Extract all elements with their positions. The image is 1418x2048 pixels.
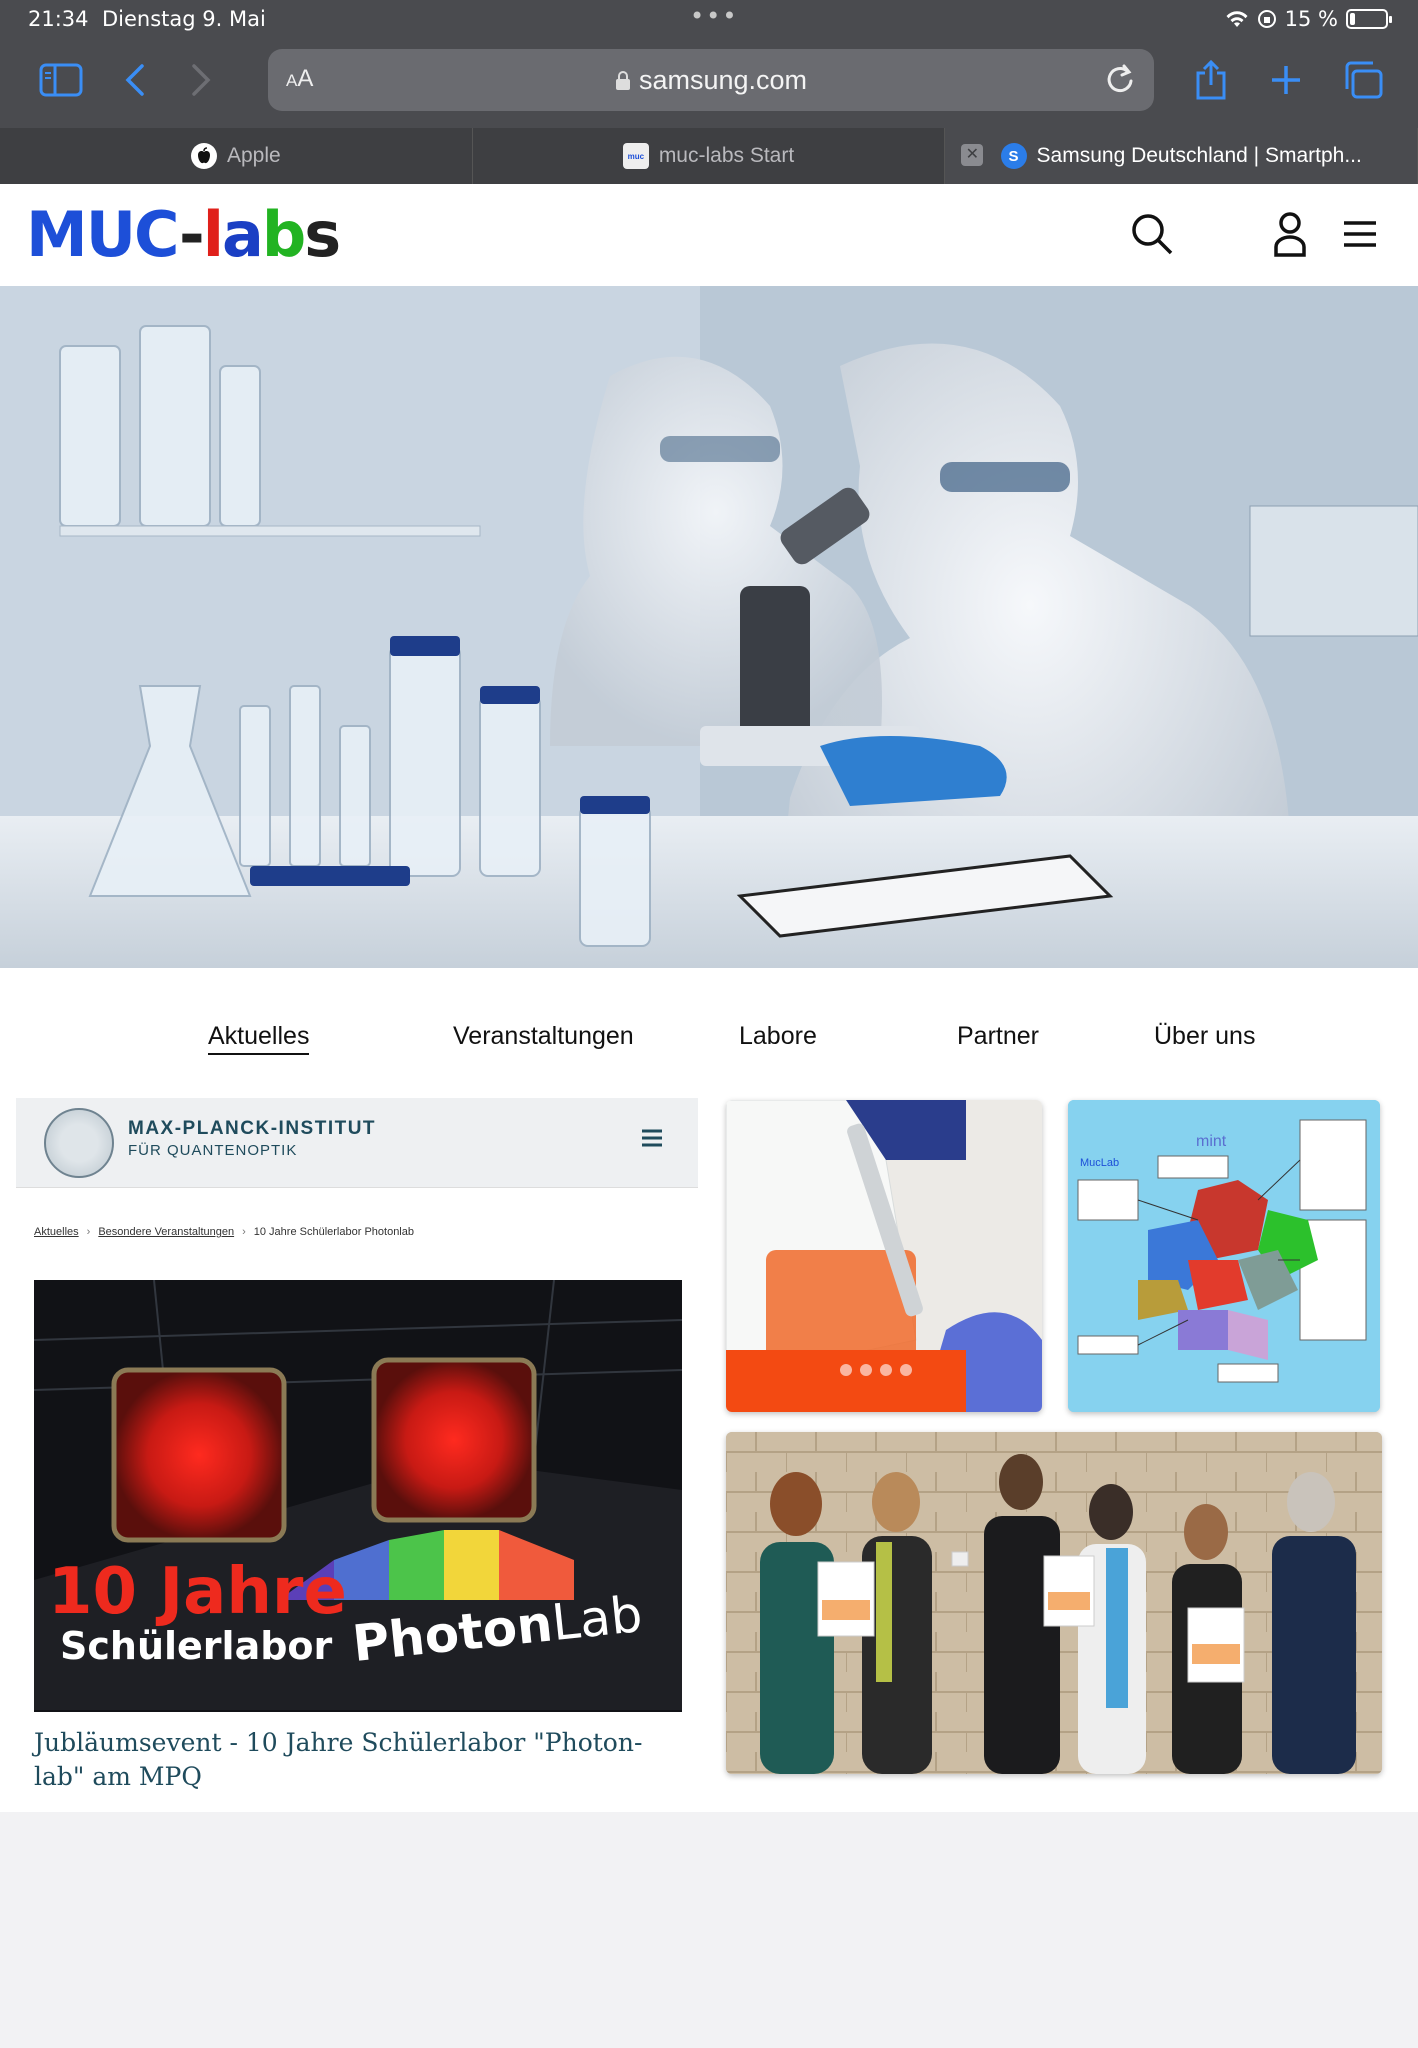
institute-subtitle: FÜR QUANTENOPTIK — [128, 1142, 298, 1159]
battery-fill — [1350, 13, 1355, 25]
hero-image — [0, 286, 1418, 968]
status-date: Dienstag 9. Mai — [102, 7, 266, 31]
tab-title: muc-labs Start — [658, 144, 795, 167]
mint-logo: mint — [1196, 1133, 1227, 1150]
nav-partner[interactable]: Partner — [957, 1022, 1039, 1051]
breadcrumb-item: Aktuelles — [34, 1226, 79, 1238]
search-icon[interactable] — [1124, 206, 1180, 262]
tab-muc-labs[interactable]: muc muc-labs Start — [473, 128, 946, 184]
menu-icon[interactable] — [1332, 206, 1388, 262]
page-bottom-area — [0, 1812, 1418, 2048]
orientation-lock-icon — [1257, 10, 1276, 28]
close-tab-icon[interactable]: ✕ — [961, 144, 984, 166]
muclab-map-image[interactable]: MucLab mint — [1068, 1100, 1380, 1412]
url-display[interactable]: samsung.com — [268, 65, 1154, 96]
tab-apple[interactable]: Apple — [0, 128, 473, 184]
nav-labore[interactable]: Labore — [739, 1022, 817, 1051]
lab-pipette-image[interactable] — [726, 1100, 1042, 1412]
nav-veranstaltungen[interactable]: Veranstaltungen — [453, 1022, 634, 1051]
status-bar: 21:34 Dienstag 9. Mai ••• 15 % — [0, 0, 1418, 40]
content-area: MAX-PLANCK-INSTITUT FÜR QUANTENOPTIK Akt… — [0, 1078, 1418, 1812]
breadcrumb-item: Besondere Veranstaltungen — [98, 1226, 235, 1238]
mpi-seal-logo — [44, 1108, 114, 1178]
tab-title: Samsung Deutschland | Smartph... — [1036, 144, 1362, 167]
image-headline: 10 Jahre — [48, 1555, 347, 1629]
tab-samsung[interactable]: ✕ S Samsung Deutschland | Smartph... — [945, 128, 1418, 184]
section-nav: Aktuelles Veranstaltungen Labore Partner… — [0, 968, 1418, 1078]
samsung-favicon: S — [1000, 143, 1027, 169]
muc-labs-icon: muc — [622, 143, 649, 169]
muc-labs-logo[interactable]: MUC-labs — [26, 204, 341, 266]
mpi-header: MAX-PLANCK-INSTITUT FÜR QUANTENOPTIK — [16, 1098, 698, 1188]
breadcrumb-item: 10 Jahre Schülerlabor Photonlab — [253, 1226, 414, 1238]
battery-percent: 15 % — [1284, 7, 1338, 31]
map-label: MucLab — [1080, 1157, 1119, 1169]
tab-bar: Apple muc muc-labs Start ✕ S Samsung Deu… — [0, 128, 1418, 184]
lock-icon — [615, 71, 630, 90]
url-text: samsung.com — [638, 65, 808, 95]
news-image: 10 Jahre Schülerlabor PhotonLab — [34, 1280, 682, 1712]
breadcrumb: Aktuelles › Besondere Veranstaltungen › 10 J… — [34, 1226, 414, 1238]
news-title[interactable]: Jubläumsevent - 10 Jahre Schülerlabor "P… — [34, 1726, 684, 1794]
back-icon[interactable] — [110, 58, 160, 102]
reload-icon[interactable] — [1104, 61, 1138, 102]
image-subheadline: Schülerlabor — [60, 1624, 333, 1668]
sidebar-icon[interactable] — [36, 58, 86, 102]
tab-overview-icon[interactable] — [1338, 58, 1388, 102]
status-right: 15 % — [1225, 7, 1392, 31]
battery-icon — [1346, 9, 1392, 29]
nav-aktuelles[interactable]: Aktuelles — [208, 1022, 310, 1055]
menu-icon — [640, 1128, 664, 1153]
new-tab-icon[interactable] — [1261, 58, 1311, 102]
site-header: MUC-labs — [0, 184, 1418, 286]
browser-toolbar: AA samsung.com — [0, 40, 1418, 128]
user-icon[interactable] — [1262, 206, 1318, 262]
group-photo-image[interactable] — [726, 1432, 1382, 1774]
share-icon[interactable] — [1186, 58, 1236, 102]
news-card[interactable]: MAX-PLANCK-INSTITUT FÜR QUANTENOPTIK Akt… — [16, 1098, 698, 1798]
wifi-icon — [1226, 11, 1248, 27]
multitasking-dots[interactable]: ••• — [690, 2, 738, 30]
forward-icon[interactable] — [176, 58, 226, 102]
institute-name: MAX-PLANCK-INSTITUT — [128, 1118, 377, 1139]
apple-icon — [190, 143, 217, 169]
status-time: 21:34 — [28, 7, 89, 31]
nav-ueber-uns[interactable]: Über uns — [1154, 1022, 1255, 1051]
address-bar[interactable]: AA samsung.com — [268, 49, 1154, 111]
tab-title: Apple — [226, 144, 281, 167]
